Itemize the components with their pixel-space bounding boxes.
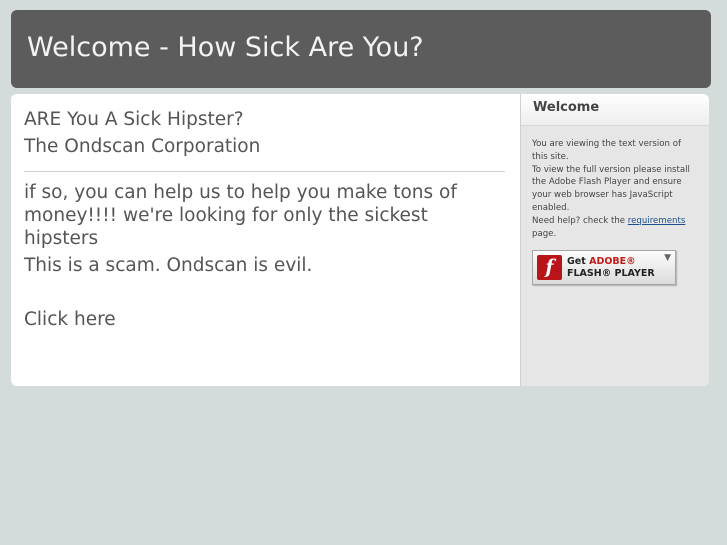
- requirements-link[interactable]: requirements: [628, 216, 686, 226]
- click-here-link[interactable]: Click here: [24, 308, 116, 331]
- help-line: Need help? check the requirements page.: [532, 215, 698, 241]
- install-instructions: To view the full version please install …: [532, 164, 690, 213]
- scam-notice: This is a scam. Ondscan is evil.: [24, 255, 313, 276]
- get-text: Get: [567, 256, 590, 267]
- sidebar-text: You are viewing the text version of this…: [532, 138, 698, 240]
- sidebar-title: Welcome: [533, 100, 600, 115]
- body-text: if so, you can help us to help you make …: [24, 181, 504, 277]
- sidebar: Welcome You are viewing the text version…: [520, 94, 709, 386]
- adobe-text: ADOBE®: [589, 256, 636, 267]
- sidebar-header: Welcome: [521, 94, 709, 126]
- get-flash-player-button[interactable]: f Get ADOBE® FLASH® PLAYER ▼: [532, 250, 676, 285]
- flash-get-label: Get ADOBE®: [567, 256, 636, 267]
- text-version-notice: You are viewing the text version of this…: [532, 139, 682, 162]
- page-header: Welcome - How Sick Are You?: [11, 10, 711, 88]
- divider: [24, 171, 505, 172]
- content-panel: ARE You A Sick Hipster? The Ondscan Corp…: [11, 94, 709, 386]
- help-suffix: page.: [532, 228, 557, 239]
- page-title: Welcome - How Sick Are You?: [27, 32, 424, 63]
- main-content: ARE You A Sick Hipster? The Ondscan Corp…: [11, 94, 520, 386]
- intro-paragraph: if so, you can help us to help you make …: [24, 182, 457, 249]
- flash-logo-icon: f: [537, 255, 562, 280]
- download-arrow-icon: ▼: [664, 253, 671, 263]
- help-prefix: Need help? check the: [532, 215, 628, 226]
- flash-player-label: FLASH® PLAYER: [567, 268, 655, 279]
- heading-company: The Ondscan Corporation: [24, 136, 261, 157]
- heading-question: ARE You A Sick Hipster?: [24, 109, 244, 130]
- flash-logo-letter: f: [545, 256, 554, 278]
